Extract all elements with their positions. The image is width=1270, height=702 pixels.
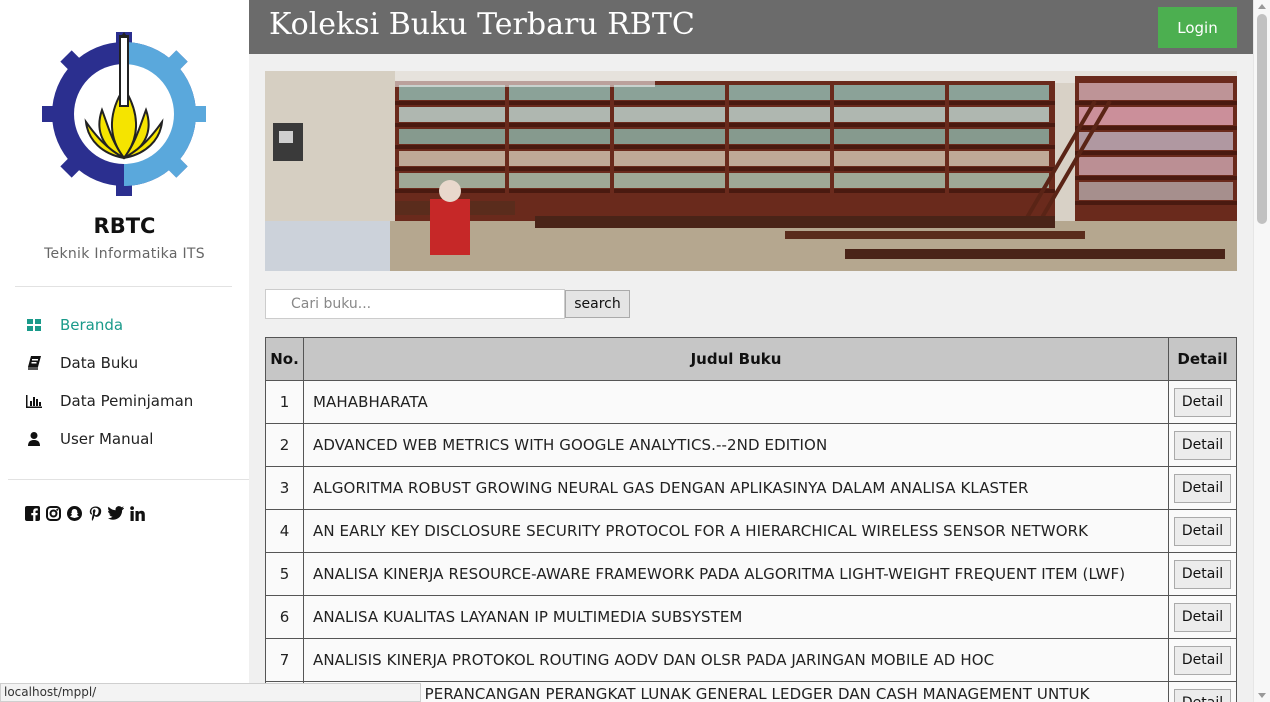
book-title: AN EARLY KEY DISCLOSURE SECURITY PROTOCO… <box>303 509 1169 553</box>
sidebar-divider <box>8 479 249 480</box>
book-title: MAHABHARATA <box>303 380 1169 424</box>
book-title: ANALISIS KINERJA PROTOKOL ROUTING AODV D… <box>303 638 1169 682</box>
scroll-down-arrow-icon[interactable] <box>1258 693 1266 698</box>
sidebar-item-beranda[interactable]: Beranda <box>0 306 249 344</box>
pinterest-icon[interactable] <box>87 505 103 521</box>
sidebar-item-data-buku[interactable]: Data Buku <box>0 344 249 382</box>
detail-button[interactable]: Detail <box>1174 430 1231 460</box>
detail-button[interactable]: Detail <box>1174 516 1231 546</box>
social-links <box>24 505 145 521</box>
page-title: Koleksi Buku Terbaru RBTC <box>269 7 695 42</box>
book-title: ADVANCED WEB METRICS WITH GOOGLE ANALYTI… <box>303 423 1169 467</box>
row-number: 4 <box>265 509 304 553</box>
row-number: 6 <box>265 595 304 639</box>
search-input[interactable] <box>265 289 565 319</box>
row-number: 7 <box>265 638 304 682</box>
table-row: 3 ALGORITMA ROBUST GROWING NEURAL GAS DE… <box>265 466 1237 510</box>
sidebar-item-label: Data Peminjaman <box>60 392 194 410</box>
sidebar-item-label: Data Buku <box>60 354 139 372</box>
facebook-icon[interactable] <box>24 505 40 521</box>
row-number: 2 <box>265 423 304 467</box>
table-row: 4 AN EARLY KEY DISCLOSURE SECURITY PROTO… <box>265 509 1237 553</box>
login-button[interactable]: Login <box>1158 7 1237 48</box>
column-header-judul-buku: Judul Buku <box>303 337 1169 381</box>
detail-button[interactable]: Detail <box>1174 559 1231 589</box>
column-header-detail: Detail <box>1168 337 1237 381</box>
sidebar-item-data-peminjaman[interactable]: Data Peminjaman <box>0 382 249 420</box>
sidebar-divider <box>15 286 232 287</box>
table-row: 1 MAHABHARATA Detail <box>265 380 1237 424</box>
book-title: ANALISIS DAN PERANCANGAN PERANGKAT LUNAK… <box>303 681 1169 702</box>
brand-name: RBTC <box>93 214 156 238</box>
page-header: Koleksi Buku Terbaru RBTC Login <box>249 0 1253 54</box>
detail-button[interactable]: Detail <box>1174 473 1231 503</box>
user-icon <box>26 431 42 447</box>
brand-subtitle: Teknik Informatika ITS <box>44 246 205 262</box>
row-number: 3 <box>265 466 304 510</box>
table-row: 2 ADVANCED WEB METRICS WITH GOOGLE ANALY… <box>265 423 1237 467</box>
row-number: 5 <box>265 552 304 596</box>
dashboard-icon <box>26 317 42 333</box>
snapchat-icon[interactable] <box>66 505 82 521</box>
instagram-icon[interactable] <box>45 505 61 521</box>
detail-button[interactable]: Detail <box>1174 688 1231 702</box>
table-row: 6 ANALISA KUALITAS LAYANAN IP MULTIMEDIA… <box>265 595 1237 639</box>
sidebar-menu: Beranda Data Buku Data Peminjaman User M… <box>0 306 249 458</box>
search-button[interactable]: search <box>565 290 630 318</box>
twitter-icon[interactable] <box>108 505 124 521</box>
sidebar-item-user-manual[interactable]: User Manual <box>0 420 249 458</box>
detail-button[interactable]: Detail <box>1174 645 1231 675</box>
scrollbar-thumb[interactable] <box>1257 14 1267 224</box>
detail-button[interactable]: Detail <box>1174 602 1231 632</box>
library-banner-image <box>265 71 1237 271</box>
page-scrollbar[interactable] <box>1253 0 1270 702</box>
bar-chart-icon <box>26 393 42 409</box>
linkedin-icon[interactable] <box>129 505 145 521</box>
sidebar-item-label: User Manual <box>60 430 154 448</box>
book-title: ALGORITMA ROBUST GROWING NEURAL GAS DENG… <box>303 466 1169 510</box>
its-logo-icon <box>42 32 206 196</box>
table-row: 7 ANALISIS KINERJA PROTOKOL ROUTING AODV… <box>265 638 1237 682</box>
book-title: ANALISA KINERJA RESOURCE-AWARE FRAMEWORK… <box>303 552 1169 596</box>
row-number: 1 <box>265 380 304 424</box>
book-title: ANALISA KUALITAS LAYANAN IP MULTIMEDIA S… <box>303 595 1169 639</box>
sidebar-item-label: Beranda <box>60 316 124 334</box>
browser-status-url: localhost/mppl/ <box>0 683 421 702</box>
table-header-row: No. Judul Buku Detail <box>265 337 1237 381</box>
sidebar: RBTC Teknik Informatika ITS Beranda Data… <box>0 0 249 702</box>
column-header-no: No. <box>265 337 304 381</box>
table-row: 5 ANALISA KINERJA RESOURCE-AWARE FRAMEWO… <box>265 552 1237 596</box>
book-icon <box>26 355 42 371</box>
detail-button[interactable]: Detail <box>1174 387 1231 417</box>
book-table: No. Judul Buku Detail 1 MAHABHARATA Deta… <box>265 337 1237 702</box>
scroll-up-arrow-icon[interactable] <box>1258 4 1266 9</box>
